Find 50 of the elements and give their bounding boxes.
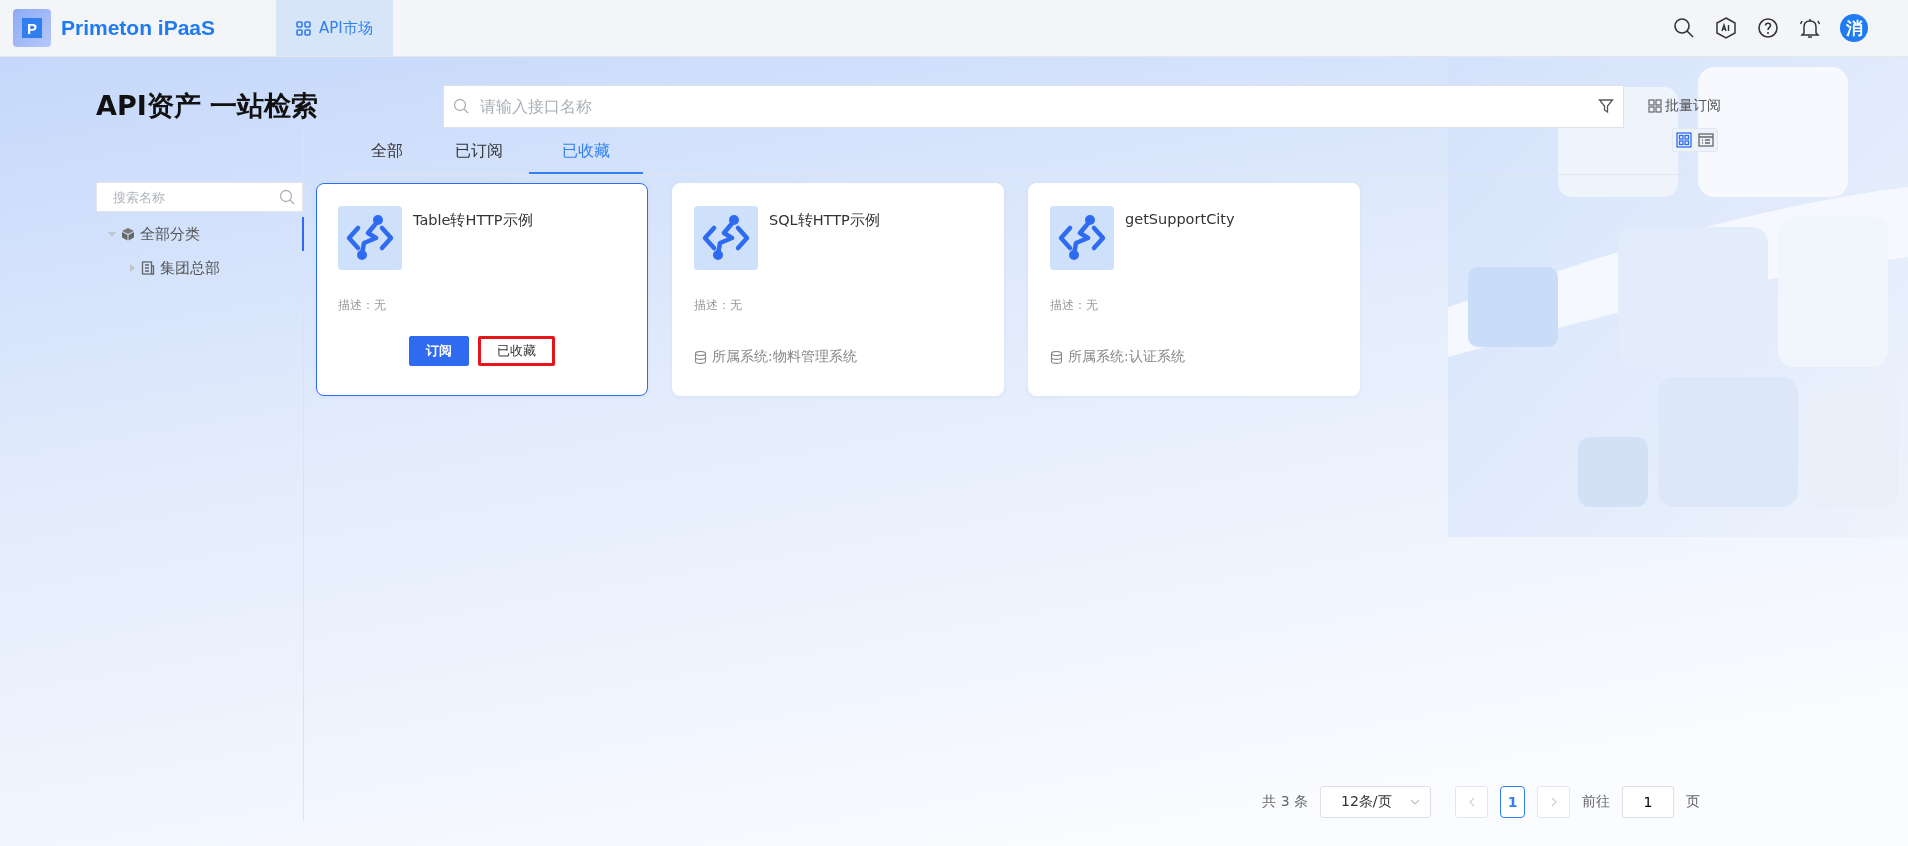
database-icon <box>694 350 707 364</box>
page-title: API资产 一站检索 <box>96 89 320 123</box>
tab[interactable]: 已订阅 <box>429 131 529 174</box>
search-field[interactable]: 请输入接口名称 <box>443 84 1624 128</box>
bell-icon[interactable] <box>1798 16 1822 40</box>
database-icon <box>1050 350 1063 364</box>
total-count: 共 3 条 <box>1262 793 1308 811</box>
system-label: 所属系统:物料管理系统 <box>712 348 857 366</box>
batch-subscribe-button[interactable]: 批量订阅 <box>1648 97 1721 115</box>
user-avatar[interactable]: 消 <box>1840 14 1868 42</box>
api-card[interactable]: SQL转HTTP示例 描述：无 所属系统:物料管理系统 <box>672 183 1004 396</box>
favorite-button[interactable]: 已收藏 <box>478 336 555 366</box>
search-icon <box>279 189 295 205</box>
api-title: SQL转HTTP示例 <box>769 211 880 230</box>
page-suffix: 页 <box>1686 793 1700 811</box>
api-description: 描述：无 <box>338 298 387 313</box>
category-search-field[interactable]: 搜索名称 <box>96 182 303 212</box>
app-name: Primeton iPaaS <box>61 16 216 40</box>
api-card[interactable]: Table转HTTP示例 描述：无 订阅 已收藏 <box>316 183 648 396</box>
goto-label: 前往 <box>1582 793 1610 811</box>
api-description: 描述：无 <box>1050 298 1099 313</box>
search-icon[interactable] <box>1672 16 1696 40</box>
system-label: 所属系统:认证系统 <box>1068 348 1185 366</box>
api-link-icon <box>338 206 402 270</box>
filter-icon[interactable] <box>1598 98 1614 114</box>
grid-icon <box>296 20 311 36</box>
help-icon[interactable] <box>1756 16 1780 40</box>
page-size-select[interactable]: 12条/页 <box>1320 786 1431 818</box>
tree-label: 全部分类 <box>140 224 200 244</box>
logo: P <box>13 9 51 47</box>
subscribe-button[interactable]: 订阅 <box>409 336 469 366</box>
page-button[interactable]: 1 <box>1500 786 1525 818</box>
api-title: Table转HTTP示例 <box>413 211 533 230</box>
chevron-down-icon <box>1410 797 1420 807</box>
api-link-icon <box>1050 206 1114 270</box>
cube-icon <box>121 227 135 241</box>
grid-icon <box>1648 99 1662 113</box>
ai-hexagon-icon[interactable] <box>1714 16 1738 40</box>
tree-item[interactable]: 集团总部 <box>96 251 303 285</box>
api-title: getSupportCity <box>1125 210 1235 229</box>
search-icon <box>453 98 469 114</box>
tree-label: 集团总部 <box>160 258 220 278</box>
api-card[interactable]: getSupportCity 描述：无 所属系统:认证系统 <box>1028 183 1360 396</box>
api-link-icon <box>694 206 758 270</box>
document-icon <box>141 261 155 275</box>
grid-view-button[interactable] <box>1673 129 1695 151</box>
api-description: 描述：无 <box>694 298 743 313</box>
tab[interactable]: 全部 <box>345 131 429 174</box>
page-input[interactable]: 1 <box>1622 786 1674 818</box>
tree-item[interactable]: 全部分类 <box>96 217 304 251</box>
